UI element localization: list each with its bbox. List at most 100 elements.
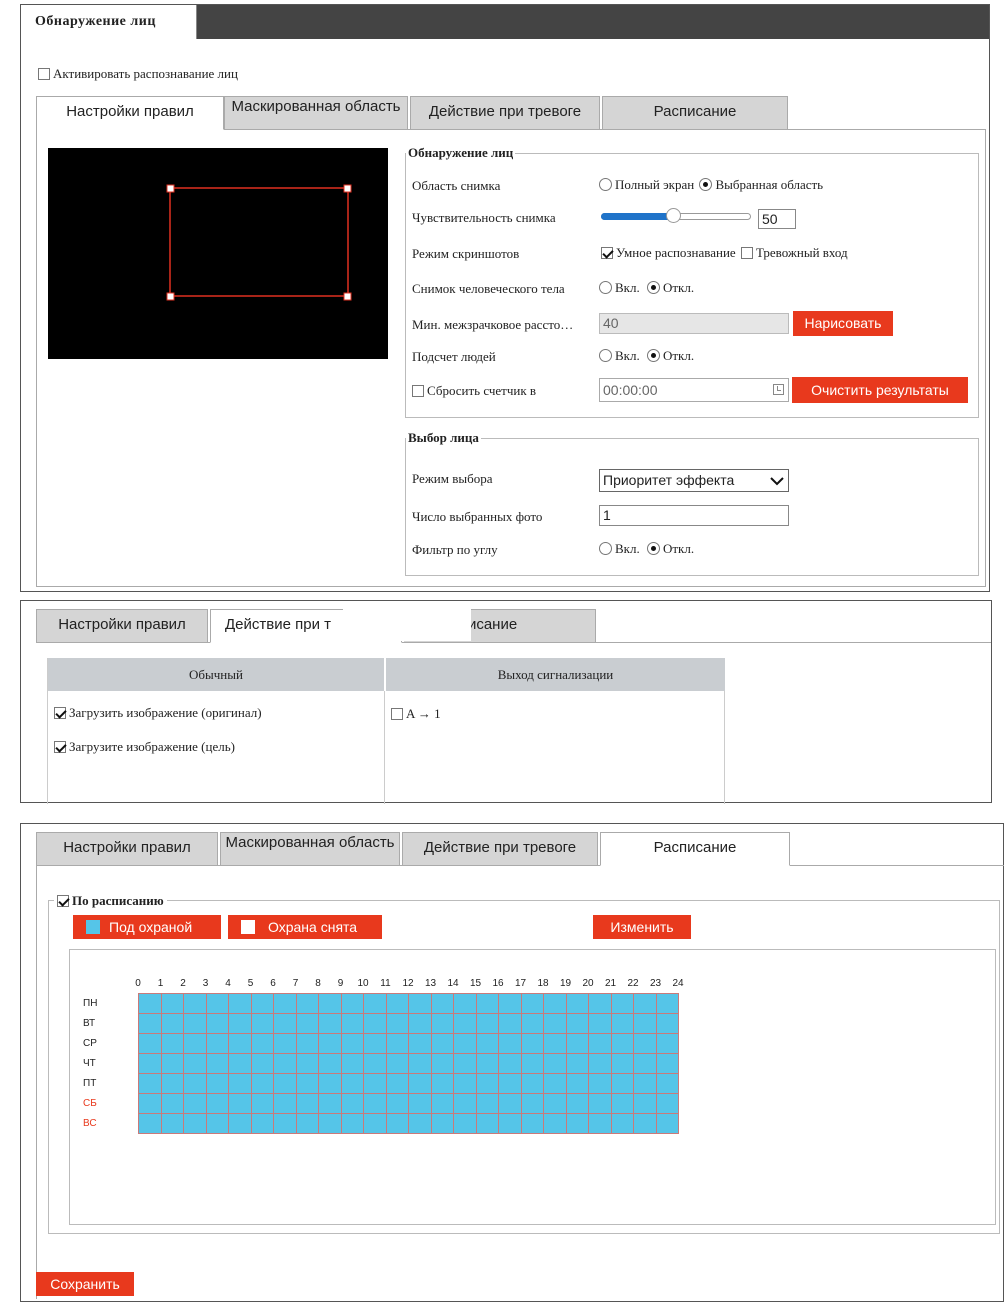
schedule-cell[interactable] xyxy=(184,1094,207,1114)
region-handle[interactable] xyxy=(343,184,352,193)
angle-filter-on-radio[interactable] xyxy=(599,542,612,555)
schedule-cell[interactable] xyxy=(409,1054,432,1074)
schedule-cell[interactable] xyxy=(319,994,342,1014)
schedule-cell[interactable] xyxy=(341,1034,364,1054)
schedule-cell[interactable] xyxy=(229,1114,252,1134)
schedule-cell[interactable] xyxy=(499,1074,522,1094)
schedule-cell[interactable] xyxy=(386,1114,409,1134)
tab-schedule[interactable]: Расписание xyxy=(600,832,790,866)
schedule-cell[interactable] xyxy=(364,1094,387,1114)
schedule-cell[interactable] xyxy=(341,1054,364,1074)
schedule-cell[interactable] xyxy=(454,1074,477,1094)
schedule-cell[interactable] xyxy=(206,1054,229,1074)
schedule-cell[interactable] xyxy=(409,1114,432,1134)
schedule-cell[interactable] xyxy=(364,1014,387,1034)
schedule-cell[interactable] xyxy=(229,1034,252,1054)
schedule-cell[interactable] xyxy=(499,1034,522,1054)
schedule-cell[interactable] xyxy=(431,1114,454,1134)
schedule-cell[interactable] xyxy=(611,1074,634,1094)
schedule-cell[interactable] xyxy=(274,1014,297,1034)
schedule-cell[interactable] xyxy=(544,1074,567,1094)
schedule-cell[interactable] xyxy=(274,1054,297,1074)
alarm-input-checkbox[interactable] xyxy=(740,247,753,259)
schedule-cell[interactable] xyxy=(386,1034,409,1054)
schedule-cell[interactable] xyxy=(274,1074,297,1094)
schedule-cell[interactable] xyxy=(431,1014,454,1034)
schedule-cell[interactable] xyxy=(139,1014,162,1034)
schedule-grid[interactable] xyxy=(138,993,679,1134)
save-button[interactable]: Сохранить xyxy=(36,1272,134,1296)
schedule-cell[interactable] xyxy=(161,1094,184,1114)
armed-button[interactable]: Под охраной xyxy=(73,915,221,939)
schedule-cell[interactable] xyxy=(634,1094,657,1114)
schedule-cell[interactable] xyxy=(206,1094,229,1114)
schedule-cell[interactable] xyxy=(589,1074,612,1094)
schedule-cell[interactable] xyxy=(161,1074,184,1094)
reset-time-input[interactable]: 00:00:00 xyxy=(599,378,789,402)
header-tab[interactable]: Обнаружение лиц xyxy=(21,5,197,39)
schedule-cell[interactable] xyxy=(409,1034,432,1054)
schedule-cell[interactable] xyxy=(229,1014,252,1034)
schedule-cell[interactable] xyxy=(409,1094,432,1114)
schedule-cell[interactable] xyxy=(161,1054,184,1074)
schedule-cell[interactable] xyxy=(319,1094,342,1114)
tab-rule-settings[interactable]: Настройки правил xyxy=(36,832,218,866)
schedule-cell[interactable] xyxy=(229,1094,252,1114)
schedule-cell[interactable] xyxy=(184,1014,207,1034)
tab-rule-settings[interactable]: Настройки правил xyxy=(36,609,208,643)
schedule-cell[interactable] xyxy=(611,1014,634,1034)
schedule-cell[interactable] xyxy=(589,1014,612,1034)
smart-detection-checkbox[interactable] xyxy=(601,247,613,259)
schedule-cell[interactable] xyxy=(589,1114,612,1134)
schedule-cell[interactable] xyxy=(566,1114,589,1134)
capture-area-full-radio[interactable] xyxy=(599,178,612,191)
people-count-on-radio[interactable] xyxy=(599,349,612,362)
sensitivity-slider[interactable] xyxy=(601,208,751,223)
disarmed-button[interactable]: Охрана снята xyxy=(228,915,382,939)
schedule-cell[interactable] xyxy=(476,1114,499,1134)
schedule-cell[interactable] xyxy=(499,1114,522,1134)
schedule-cell[interactable] xyxy=(274,1094,297,1114)
schedule-cell[interactable] xyxy=(206,1114,229,1134)
schedule-cell[interactable] xyxy=(341,1074,364,1094)
schedule-cell[interactable] xyxy=(274,1114,297,1134)
schedule-cell[interactable] xyxy=(409,1074,432,1094)
schedule-cell[interactable] xyxy=(251,994,274,1014)
draw-button[interactable]: Нарисовать xyxy=(793,311,893,336)
schedule-cell[interactable] xyxy=(431,1094,454,1114)
schedule-cell[interactable] xyxy=(634,1074,657,1094)
schedule-cell[interactable] xyxy=(409,1014,432,1034)
schedule-cell[interactable] xyxy=(341,1094,364,1114)
schedule-cell[interactable] xyxy=(589,1034,612,1054)
activate-face-detection[interactable]: Активировать распознавание лиц xyxy=(38,66,238,82)
schedule-cell[interactable] xyxy=(139,1054,162,1074)
activate-checkbox[interactable] xyxy=(38,68,50,80)
schedule-cell[interactable] xyxy=(589,1094,612,1114)
schedule-cell[interactable] xyxy=(634,1114,657,1134)
schedule-cell[interactable] xyxy=(521,1074,544,1094)
schedule-cell[interactable] xyxy=(364,1074,387,1094)
schedule-cell[interactable] xyxy=(521,1034,544,1054)
schedule-cell[interactable] xyxy=(319,1114,342,1134)
schedule-cell[interactable] xyxy=(161,1114,184,1134)
schedule-cell[interactable] xyxy=(364,1054,387,1074)
body-capture-off-radio[interactable] xyxy=(646,281,660,294)
schedule-cell[interactable] xyxy=(454,1014,477,1034)
schedule-cell[interactable] xyxy=(251,1094,274,1114)
schedule-cell[interactable] xyxy=(656,1054,679,1074)
schedule-cell[interactable] xyxy=(611,994,634,1014)
video-preview[interactable] xyxy=(48,148,388,359)
detection-region[interactable] xyxy=(48,148,388,359)
schedule-cell[interactable] xyxy=(251,1054,274,1074)
capture-area-selected-radio[interactable] xyxy=(699,178,713,191)
tab-masked-area[interactable]: Маскированная область xyxy=(220,832,400,866)
schedule-cell[interactable] xyxy=(341,994,364,1014)
schedule-cell[interactable] xyxy=(296,1094,319,1114)
schedule-cell[interactable] xyxy=(251,1074,274,1094)
alarm-output-option[interactable]: A → 1 xyxy=(391,706,441,722)
schedule-cell[interactable] xyxy=(364,1034,387,1054)
schedule-cell[interactable] xyxy=(499,1054,522,1074)
schedule-cell[interactable] xyxy=(251,1114,274,1134)
schedule-cell[interactable] xyxy=(139,1114,162,1134)
schedule-cell[interactable] xyxy=(386,1074,409,1094)
